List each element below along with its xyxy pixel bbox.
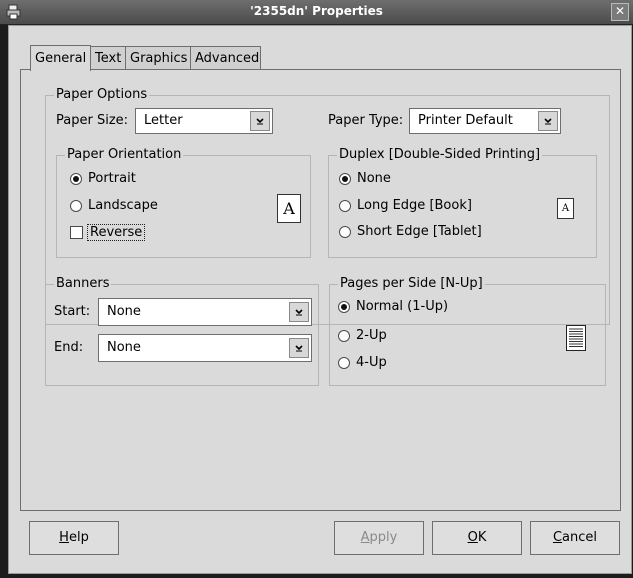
tab-graphics[interactable]: Graphics bbox=[125, 46, 191, 70]
tab-advanced[interactable]: Advanced bbox=[190, 46, 261, 70]
pages-per-side-legend: Pages per Side [N-Up] bbox=[338, 276, 485, 291]
duplex-long-edge-radio[interactable]: Long Edge [Book] bbox=[339, 198, 472, 213]
radio-indicator bbox=[338, 300, 350, 313]
paper-size-dropdown-button[interactable] bbox=[250, 111, 270, 131]
help-button[interactable]: Help bbox=[29, 521, 119, 555]
banners-legend: Banners bbox=[54, 276, 112, 291]
paper-type-value: Printer Default bbox=[418, 113, 513, 128]
banner-start-value: None bbox=[107, 304, 141, 319]
paper-size-value: Letter bbox=[144, 113, 183, 128]
banner-start-select[interactable]: None bbox=[98, 298, 312, 326]
pages-per-side-group: Pages per Side [N-Up] Normal (1-Up) 2-Up… bbox=[329, 276, 606, 386]
portrait-radio[interactable]: Portrait bbox=[70, 171, 136, 186]
checkbox-indicator bbox=[70, 226, 83, 239]
apply-button[interactable]: Apply bbox=[334, 521, 424, 555]
banner-start-label: Start: bbox=[54, 304, 91, 319]
paper-size-select[interactable]: Letter bbox=[135, 108, 273, 134]
paper-orientation-legend: Paper Orientation bbox=[65, 147, 184, 162]
radio-indicator bbox=[339, 225, 351, 238]
radio-indicator bbox=[70, 172, 82, 185]
reverse-checkbox[interactable]: Reverse bbox=[70, 224, 146, 241]
radio-indicator bbox=[339, 199, 351, 212]
general-tab-panel: Paper Options Paper Size: Letter Paper T… bbox=[20, 69, 621, 511]
banner-end-label: End: bbox=[54, 340, 84, 355]
chevron-down-icon bbox=[295, 309, 303, 316]
window-title: '2355dn' Properties bbox=[250, 4, 383, 18]
duplex-preview-icon: A bbox=[557, 198, 574, 219]
paper-orientation-group: Paper Orientation Portrait Landscape Rev… bbox=[56, 147, 311, 258]
duplex-none-radio[interactable]: None bbox=[339, 171, 391, 186]
close-icon[interactable]: ✕ bbox=[611, 3, 629, 21]
duplex-group: Duplex [Double-Sided Printing] None Long… bbox=[328, 147, 597, 258]
cancel-button[interactable]: Cancel bbox=[530, 521, 620, 555]
ok-button[interactable]: OK bbox=[432, 521, 522, 555]
paper-size-label: Paper Size: bbox=[56, 113, 129, 128]
properties-window: '2355dn' Properties ✕ General Text Graph… bbox=[0, 0, 633, 578]
chevron-down-icon bbox=[295, 345, 303, 352]
banner-start-dropdown-button[interactable] bbox=[289, 302, 309, 322]
radio-indicator bbox=[70, 199, 82, 212]
paper-type-dropdown-button[interactable] bbox=[538, 111, 558, 131]
tab-text[interactable]: Text bbox=[90, 46, 126, 70]
banner-end-dropdown-button[interactable] bbox=[289, 338, 309, 358]
paper-type-select[interactable]: Printer Default bbox=[409, 108, 561, 134]
duplex-short-edge-radio[interactable]: Short Edge [Tablet] bbox=[339, 224, 482, 239]
landscape-radio[interactable]: Landscape bbox=[70, 198, 158, 213]
paper-type-label: Paper Type: bbox=[328, 113, 404, 128]
chevron-down-icon bbox=[544, 118, 552, 125]
nup-4up-radio[interactable]: 4-Up bbox=[338, 355, 387, 370]
title-bar[interactable]: '2355dn' Properties ✕ bbox=[0, 0, 633, 25]
nup-normal-radio[interactable]: Normal (1-Up) bbox=[338, 299, 448, 314]
radio-indicator bbox=[338, 356, 350, 369]
banner-end-select[interactable]: None bbox=[98, 334, 312, 362]
banners-group: Banners Start: None End: None bbox=[45, 276, 319, 386]
tab-general[interactable]: General bbox=[30, 45, 91, 71]
radio-indicator bbox=[338, 329, 350, 342]
page-layout-preview-icon bbox=[566, 325, 586, 351]
orientation-preview-icon: A bbox=[277, 194, 301, 223]
nup-2up-radio[interactable]: 2-Up bbox=[338, 328, 387, 343]
banner-end-value: None bbox=[107, 340, 141, 355]
chevron-down-icon bbox=[256, 118, 264, 125]
duplex-legend: Duplex [Double-Sided Printing] bbox=[337, 147, 543, 162]
paper-options-legend: Paper Options bbox=[54, 87, 150, 102]
radio-indicator bbox=[339, 172, 351, 185]
